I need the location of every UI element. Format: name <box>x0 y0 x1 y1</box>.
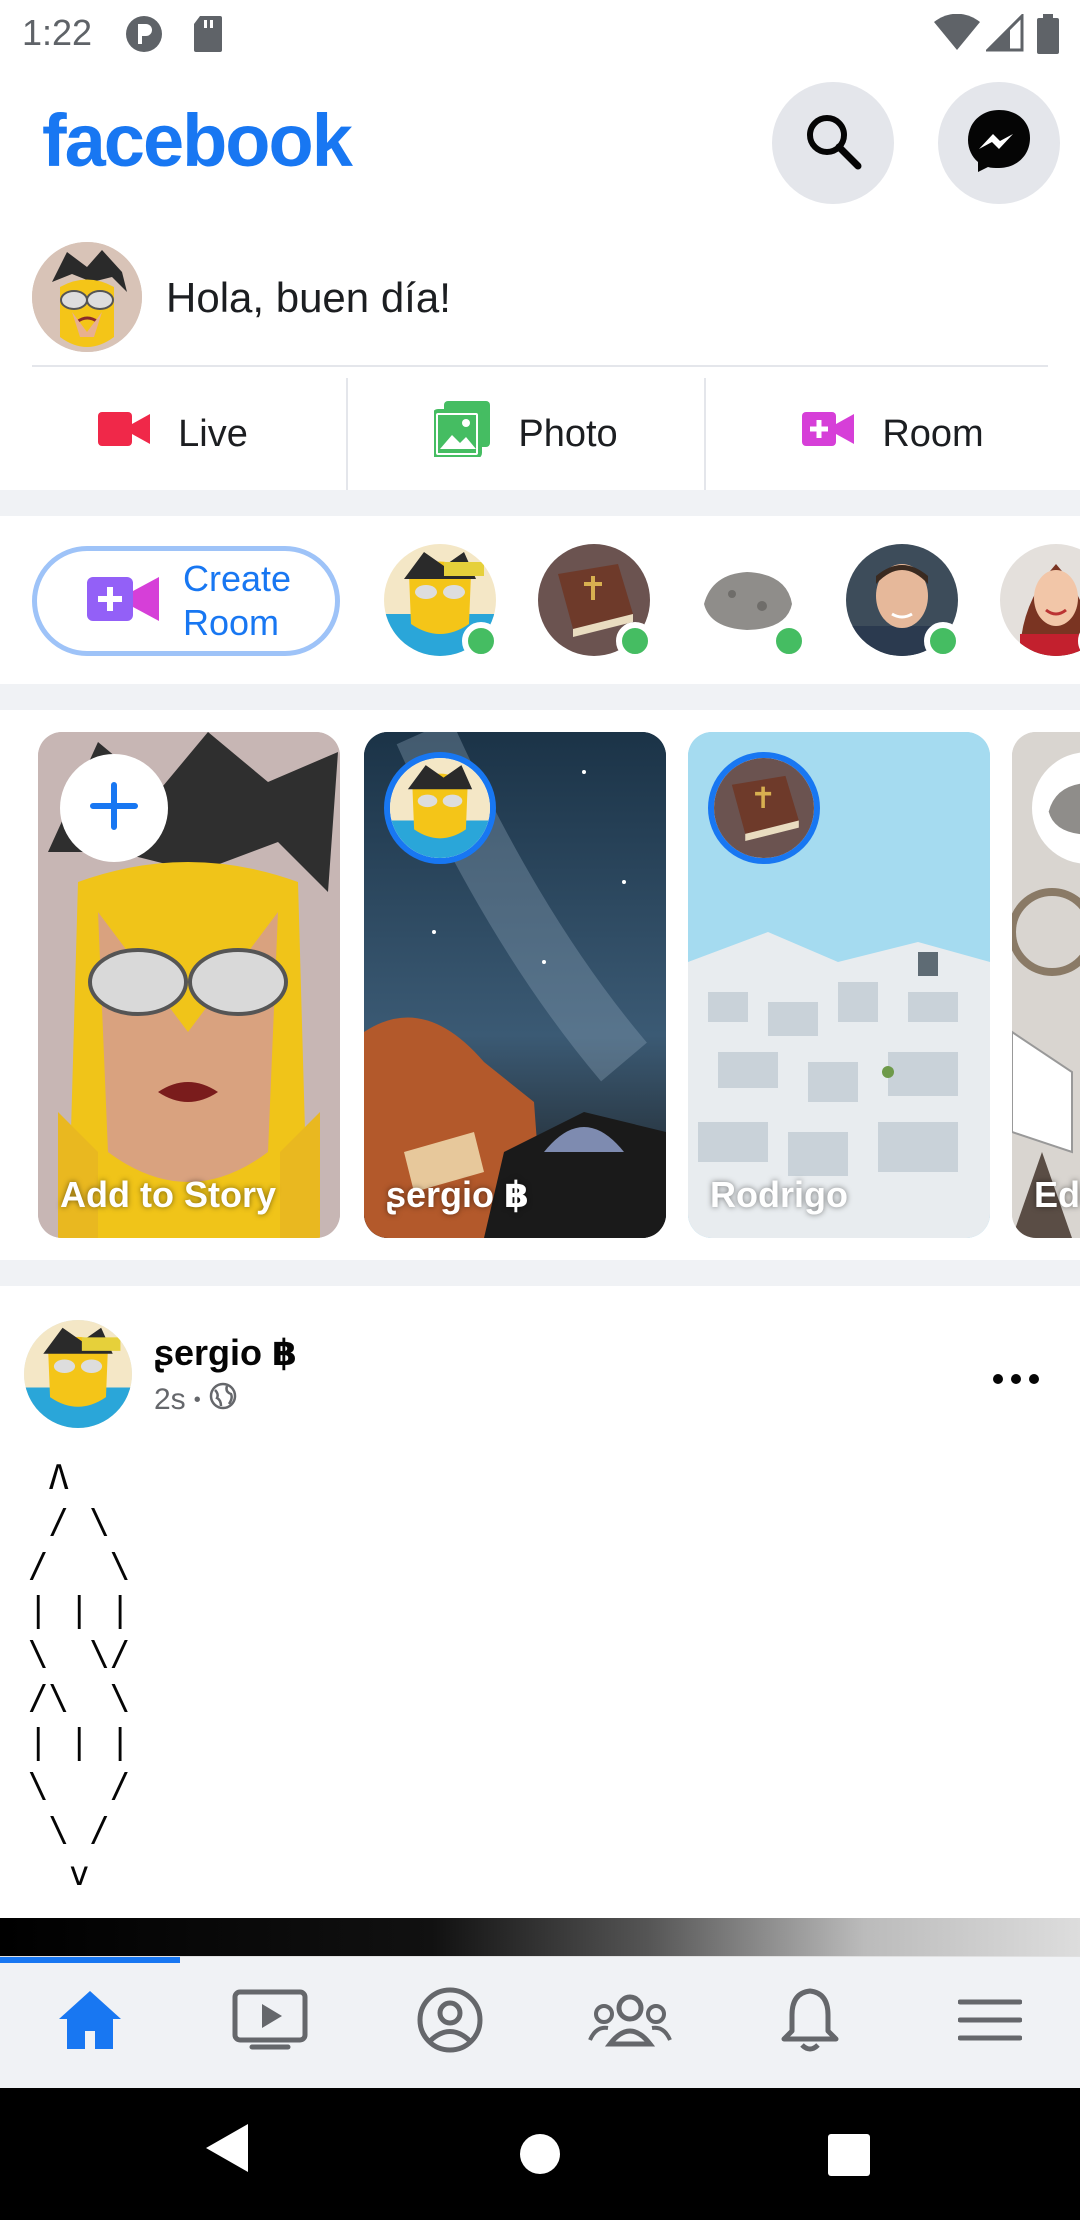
story-card[interactable]: Rodrigo <box>688 732 990 1238</box>
room-icon <box>802 410 855 458</box>
composer-actions: Live Photo Room <box>0 378 1080 490</box>
live-video-icon <box>98 410 151 458</box>
room-contact-avatar[interactable] <box>538 544 654 660</box>
online-indicator <box>924 622 962 660</box>
home-icon <box>57 1989 123 2056</box>
create-room-label: Create Room <box>183 557 291 645</box>
live-label: Live <box>178 412 248 455</box>
photo-button[interactable]: Photo <box>348 378 704 490</box>
post-timestamp[interactable]: 2s <box>154 1383 186 1417</box>
feed-post: ʂergio ฿ 2s • Λ / \ / \ | | | \ \/ /\ \ … <box>0 1286 1080 1956</box>
app-header: facebook <box>0 68 1080 216</box>
back-icon[interactable] <box>204 2122 250 2179</box>
room-contact-avatar[interactable] <box>1000 544 1080 660</box>
online-indicator <box>616 622 654 660</box>
photo-label: Photo <box>518 412 618 455</box>
post-options-button[interactable] <box>992 1346 1040 1396</box>
story-author-avatar <box>384 752 496 864</box>
story-name: ʂergio ฿ <box>386 1174 530 1215</box>
stories-row: Add to Story ʂergio ฿ Rodrigo Ed <box>0 710 1080 1260</box>
story-card[interactable]: ʂergio ฿ <box>364 732 666 1238</box>
section-gap <box>0 1260 1080 1286</box>
groups-icon <box>588 1992 672 2053</box>
post-text: Λ / \ / \ | | | \ \/ /\ \ | | | \ / \ / … <box>28 1458 131 1894</box>
room-icon <box>87 573 159 630</box>
post-author-avatar[interactable] <box>24 1320 132 1428</box>
bottom-tab-bar <box>0 1956 1080 2088</box>
facebook-logo[interactable]: facebook <box>42 98 353 183</box>
room-contact-avatar[interactable] <box>846 544 962 660</box>
online-indicator <box>462 622 500 660</box>
live-button[interactable]: Live <box>0 378 346 490</box>
post-author-name[interactable]: ʂergio ฿ <box>154 1332 297 1374</box>
search-button[interactable] <box>772 82 894 204</box>
battery-icon <box>1036 14 1060 59</box>
post-media[interactable] <box>0 1918 1080 1956</box>
woman-avatar <box>1000 544 1080 656</box>
story-name: Edu <box>1034 1174 1080 1215</box>
tab-notifications[interactable] <box>720 1957 900 2088</box>
story-author-avatar <box>708 752 820 864</box>
messenger-button[interactable] <box>938 82 1060 204</box>
tab-groups[interactable] <box>540 1957 720 2088</box>
plus-icon <box>89 781 139 836</box>
story-name: Rodrigo <box>710 1174 848 1215</box>
meta-separator: • <box>193 1388 201 1411</box>
status-time: 1:22 <box>22 12 93 53</box>
create-room-label-line2: Room <box>183 602 280 643</box>
tab-home[interactable] <box>0 1957 180 2088</box>
room-contact-avatar[interactable] <box>692 544 808 660</box>
story-card-add[interactable]: Add to Story <box>38 732 340 1238</box>
create-room-label-line1: Create <box>183 558 292 599</box>
menu-icon <box>957 1998 1023 2047</box>
sd-card-icon <box>192 14 224 59</box>
search-icon <box>802 110 864 177</box>
online-indicator <box>770 622 808 660</box>
bell-icon <box>780 1987 840 2058</box>
signal-icon <box>984 12 1024 57</box>
more-options-icon <box>992 1346 1040 1395</box>
messenger-icon <box>965 107 1033 180</box>
wifi-icon <box>934 13 980 57</box>
add-story-button[interactable] <box>60 754 168 862</box>
tab-watch[interactable] <box>180 1957 360 2088</box>
video-icon <box>232 1989 308 2056</box>
recents-icon[interactable] <box>828 2134 870 2181</box>
section-gap <box>0 684 1080 710</box>
tab-profile[interactable] <box>360 1957 540 2088</box>
create-room-button[interactable]: Create Room <box>32 546 340 656</box>
profile-icon <box>416 1986 484 2059</box>
p-circle-icon <box>124 14 164 59</box>
photo-icon <box>432 401 491 467</box>
room-label: Room <box>882 412 984 455</box>
user-avatar[interactable] <box>32 242 142 352</box>
post-composer[interactable]: Hola, buen día! <box>0 228 1080 368</box>
section-gap <box>0 490 1080 516</box>
post-meta: 2s • <box>154 1382 237 1418</box>
story-card[interactable]: Edu <box>1012 732 1080 1238</box>
system-nav-bar <box>0 2088 1080 2220</box>
divider <box>32 365 1048 367</box>
room-button[interactable]: Room <box>706 378 1080 490</box>
story-name: Add to Story <box>60 1174 276 1215</box>
rooms-row: Create Room <box>0 516 1080 684</box>
home-nav-icon[interactable] <box>518 2132 562 2181</box>
tab-menu[interactable] <box>900 1957 1080 2088</box>
status-bar: 1:22 <box>0 0 1080 68</box>
composer-prompt[interactable]: Hola, buen día! <box>166 274 451 322</box>
room-contact-avatar[interactable] <box>384 544 500 660</box>
globe-icon <box>209 1382 237 1418</box>
